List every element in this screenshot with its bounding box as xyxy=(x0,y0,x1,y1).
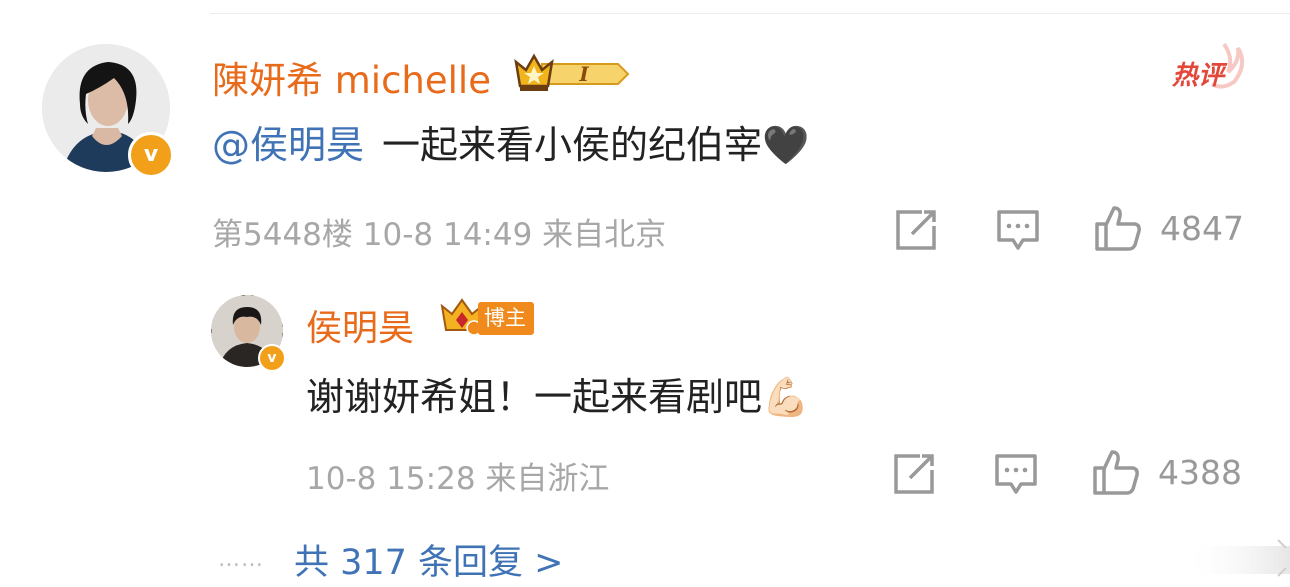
comment-time: 10-8 14:49 xyxy=(362,217,533,253)
thumbs-up-icon xyxy=(1095,206,1141,251)
reply-body: 谢谢妍希姐！一起来看剧吧💪🏻 xyxy=(306,375,810,419)
like-count: 4388 xyxy=(1158,453,1242,492)
mention-link[interactable]: @侯明昊 xyxy=(212,114,364,169)
ellipsis: …… xyxy=(218,547,264,572)
member-level-text: I xyxy=(578,62,589,86)
reply-content: 谢谢妍希姐！一起来看剧吧💪🏻 xyxy=(306,366,809,421)
comment-body: 一起来看小侯的纪伯宰🖤 xyxy=(382,123,810,167)
hot-comment-label: 热评 xyxy=(1172,61,1225,91)
comment-meta: 第5448楼 10-8 14:49 来自北京 xyxy=(212,209,666,254)
comment-location: 来自北京 xyxy=(542,217,667,253)
comment-floor: 第5448楼 xyxy=(212,217,353,253)
share-icon[interactable] xyxy=(892,452,936,496)
comment-username[interactable]: 陳妍希 michelle xyxy=(212,50,491,104)
like-count: 4847 xyxy=(1160,209,1244,248)
blogger-label: 博主 xyxy=(478,301,534,335)
crown-icon: I xyxy=(514,53,630,91)
member-level-badge[interactable]: I xyxy=(512,52,632,96)
reply-username[interactable]: 侯明昊 xyxy=(306,299,414,351)
share-icon[interactable] xyxy=(894,208,938,252)
comment-content: @侯明昊 一起来看小侯的纪伯宰🖤 xyxy=(212,114,809,169)
more-replies[interactable]: …… 共 317 条回复 > xyxy=(218,534,564,585)
comment-bubble-icon[interactable] xyxy=(994,452,1038,496)
reply-meta: 10-8 15:28 来自浙江 xyxy=(306,453,609,498)
blogger-badge: 博主 xyxy=(438,298,534,338)
thumbs-up-icon xyxy=(1093,450,1139,495)
watermark-decoration xyxy=(1182,539,1290,577)
comment-bubble-icon[interactable] xyxy=(996,208,1040,252)
top-divider xyxy=(210,13,1290,14)
verified-v-badge-icon: v xyxy=(258,344,286,372)
reply-location: 来自浙江 xyxy=(485,461,610,497)
more-replies-link[interactable]: 共 317 条回复 > xyxy=(294,534,564,585)
reply-time: 10-8 15:28 xyxy=(306,461,476,497)
verified-v-badge-icon: v xyxy=(128,132,174,178)
